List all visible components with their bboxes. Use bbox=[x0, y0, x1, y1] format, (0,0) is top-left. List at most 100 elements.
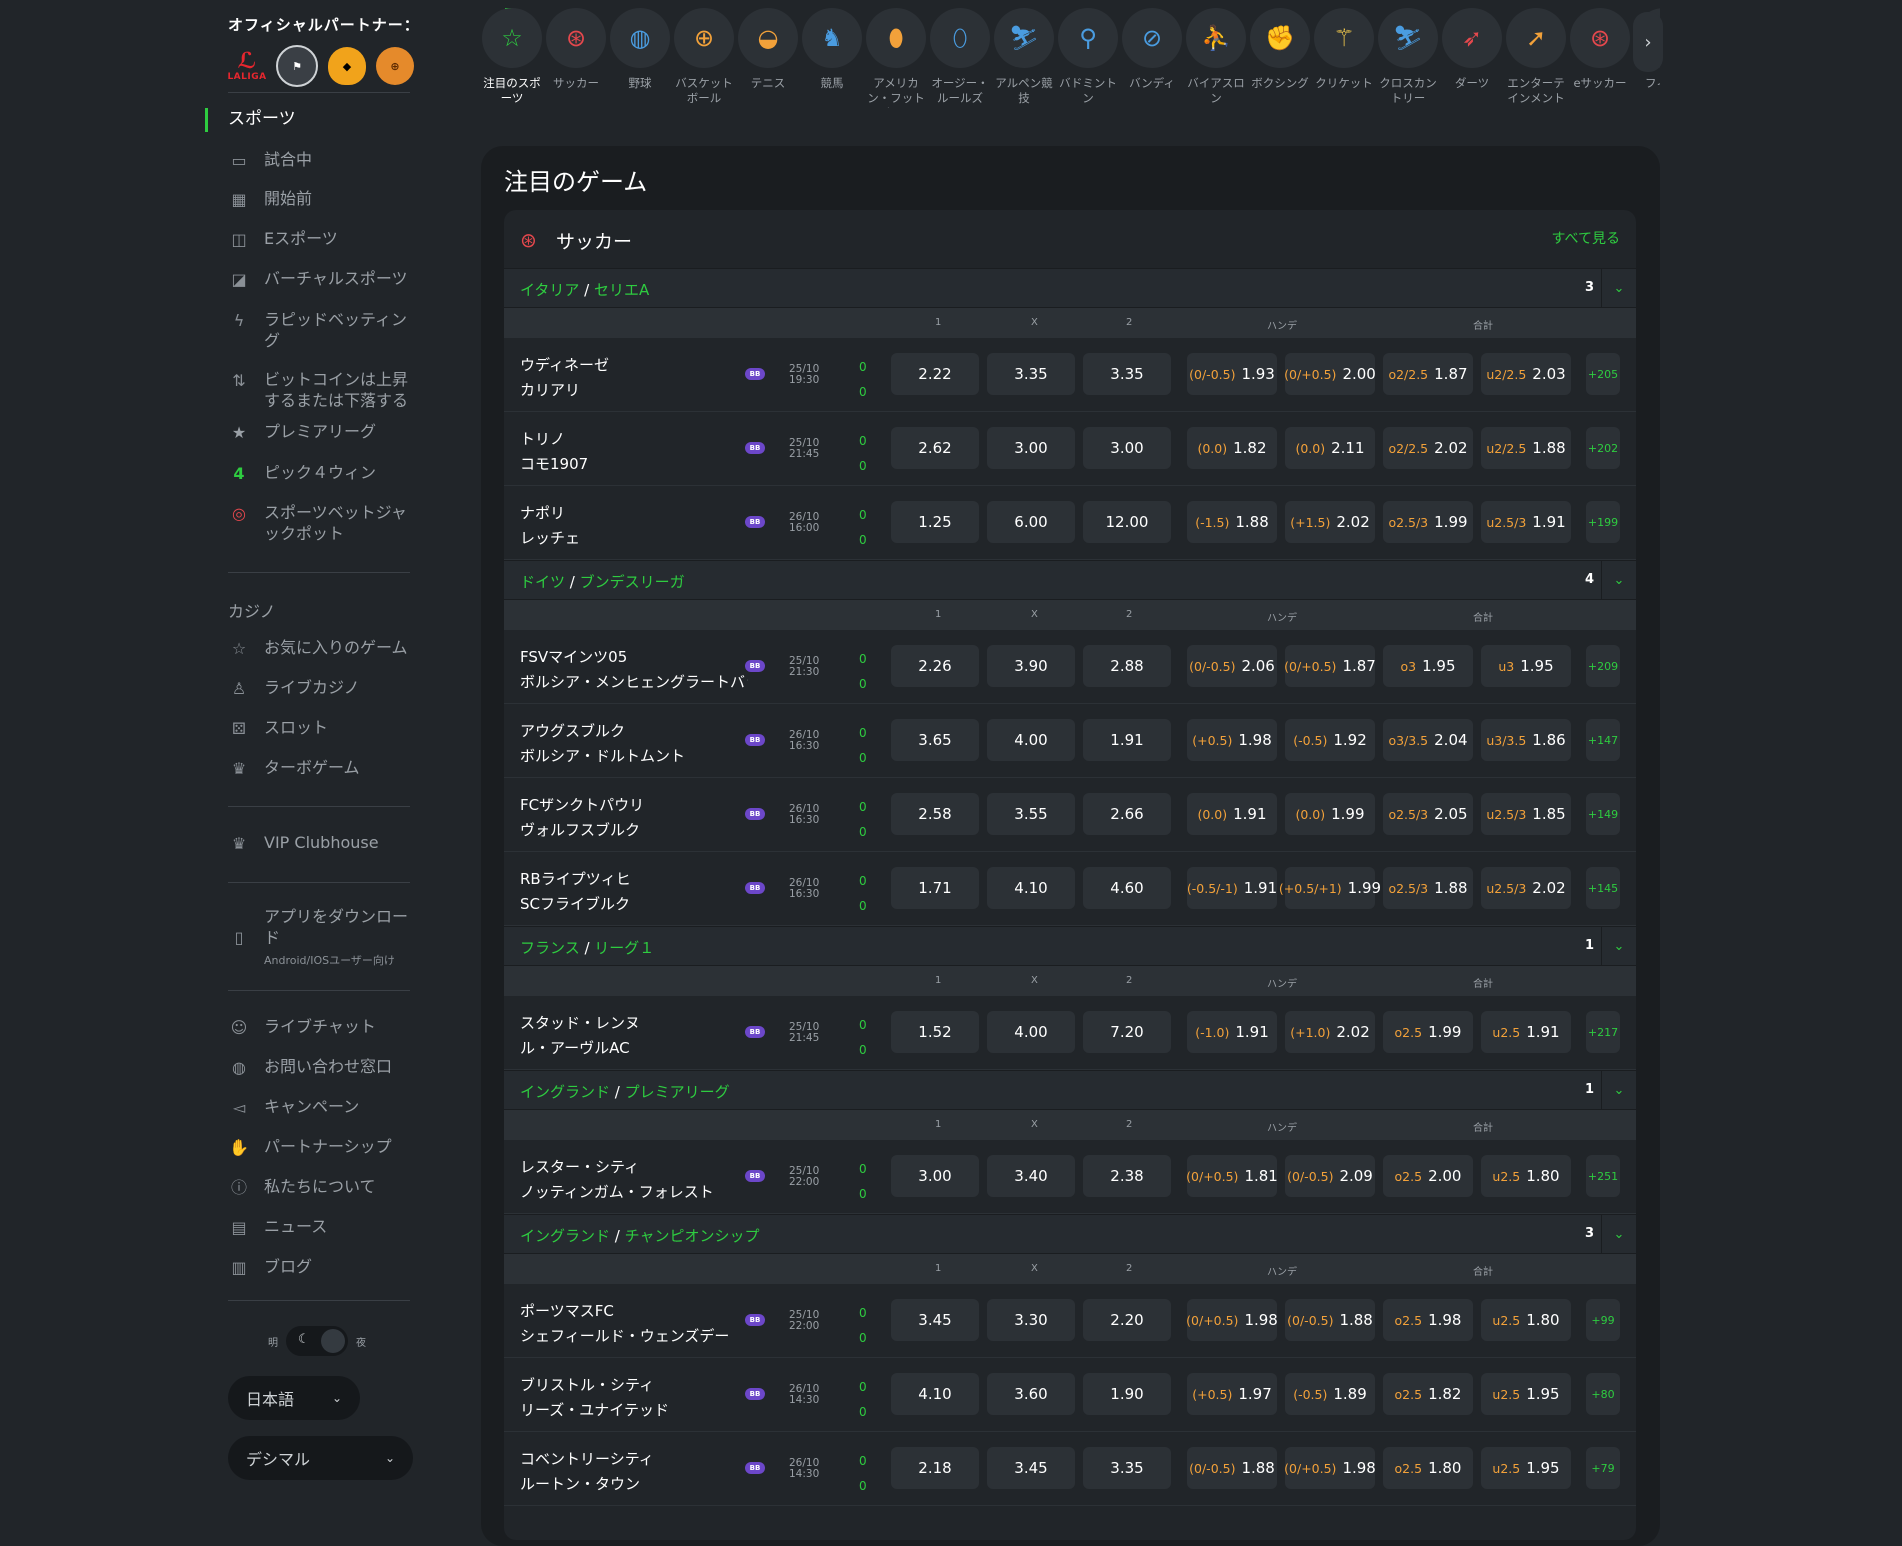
total-under-button[interactable]: u2/2.5 2.03 bbox=[1481, 353, 1571, 395]
odds-draw-button[interactable]: 6.00 bbox=[987, 501, 1075, 543]
total-over-button[interactable]: o2.5 1.82 bbox=[1383, 1373, 1473, 1415]
sidebar-item[interactable]: ☆ お気に入りのゲーム bbox=[228, 637, 418, 659]
chevron-down-icon[interactable]: ⌄ bbox=[1601, 1215, 1636, 1253]
odds-home-button[interactable]: 3.65 bbox=[891, 719, 979, 761]
odds-home-button[interactable]: 3.45 bbox=[891, 1299, 979, 1341]
total-over-button[interactable]: o2/2.5 2.02 bbox=[1383, 427, 1473, 469]
odds-away-button[interactable]: 1.91 bbox=[1083, 719, 1171, 761]
handicap-home-button[interactable]: (-0.5/-1) 1.91 bbox=[1187, 867, 1277, 909]
laliga-logo[interactable]: ℒ LALIGA bbox=[227, 47, 266, 85]
sidebar-item[interactable]: ▥ ブログ bbox=[228, 1256, 418, 1278]
league-header[interactable]: イングランド / チャンピオンシップ 3 ⌄ bbox=[504, 1214, 1636, 1254]
handicap-away-button[interactable]: (0.0) 2.11 bbox=[1285, 427, 1375, 469]
total-under-button[interactable]: u2.5 1.80 bbox=[1481, 1299, 1571, 1341]
sidebar-item[interactable]: ▦ 開始前 bbox=[228, 188, 418, 210]
match-row[interactable]: ブリストル・シティ リーズ・ユナイテッド BB 26/10 14:30 0 0 4.10 3.6… bbox=[504, 1358, 1636, 1432]
league-header[interactable]: イタリア / セリエA 3 ⌄ bbox=[504, 268, 1636, 308]
sport-tab[interactable]: ⚚ クリケット bbox=[1312, 8, 1376, 91]
handicap-away-button[interactable]: (0/-0.5) 1.88 bbox=[1285, 1299, 1375, 1341]
more-markets-button[interactable]: +205 bbox=[1586, 353, 1620, 395]
match-teams[interactable]: FCザンクトパウリ ヴォルフスブルク bbox=[520, 793, 748, 843]
switch-knob[interactable] bbox=[321, 1329, 345, 1353]
match-teams[interactable]: トリノ コモ1907 bbox=[520, 427, 748, 477]
odds-home-button[interactable]: 2.18 bbox=[891, 1447, 979, 1489]
league-header[interactable]: イングランド / プレミアリーグ 1 ⌄ bbox=[504, 1070, 1636, 1110]
handicap-away-button[interactable]: (+0.5/+1) 1.99 bbox=[1279, 867, 1381, 909]
sport-tab[interactable]: ⊛ サッカー bbox=[544, 8, 608, 91]
odds-away-button[interactable]: 2.20 bbox=[1083, 1299, 1171, 1341]
league-name-link[interactable]: チャンピオンシップ bbox=[625, 1227, 760, 1245]
total-over-button[interactable]: o2.5/3 1.88 bbox=[1383, 867, 1473, 909]
odds-away-button[interactable]: 2.66 bbox=[1083, 793, 1171, 835]
match-row[interactable]: ポーツマスFC シェフィールド・ウェンズデー BB 25/10 22:00 0 0 3.45 3… bbox=[504, 1284, 1636, 1358]
match-row[interactable]: コベントリーシティ ルートン・タウン BB 26/10 14:30 0 0 2.18 3.45 3… bbox=[504, 1432, 1636, 1506]
odds-draw-button[interactable]: 4.00 bbox=[987, 1011, 1075, 1053]
odds-away-button[interactable]: 1.90 bbox=[1083, 1373, 1171, 1415]
sport-tab[interactable]: ♞ 競馬 bbox=[800, 8, 864, 91]
more-markets-button[interactable]: +80 bbox=[1586, 1373, 1620, 1415]
sport-tab[interactable]: ⚲ バドミントン bbox=[1056, 8, 1120, 106]
total-under-button[interactable]: u2.5/3 1.85 bbox=[1481, 793, 1571, 835]
total-over-button[interactable]: o2.5 1.80 bbox=[1383, 1447, 1473, 1489]
sidebar-item[interactable]: ♙ ライブカジノ bbox=[228, 677, 418, 699]
match-row[interactable]: FCザンクトパウリ ヴォルフスブルク BB 26/10 16:30 0 0 2.58 3.55 2… bbox=[504, 778, 1636, 852]
more-markets-button[interactable]: +217 bbox=[1586, 1011, 1620, 1053]
league-name-link[interactable]: ブンデスリーガ bbox=[580, 573, 685, 591]
sport-tab[interactable]: ⛷ クロスカントリー bbox=[1376, 8, 1440, 106]
match-row[interactable]: RBライプツィヒ SCフライブルク BB 26/10 16:30 0 0 1.71 4.10 4.… bbox=[504, 852, 1636, 926]
sidebar-item[interactable]: ⇅ ビットコインは上昇するまたは下落する bbox=[228, 369, 418, 411]
sidebar-item[interactable]: 4 ピック４ウィン bbox=[228, 462, 418, 484]
handicap-home-button[interactable]: (0.0) 1.82 bbox=[1187, 427, 1277, 469]
chevron-down-icon[interactable]: ⌄ bbox=[1601, 927, 1636, 965]
odds-home-button[interactable]: 1.71 bbox=[891, 867, 979, 909]
sidebar-item[interactable]: ▤ ニュース bbox=[228, 1216, 418, 1238]
odds-home-button[interactable]: 2.62 bbox=[891, 427, 979, 469]
sport-tab[interactable]: ➚ エンターテインメント bbox=[1504, 8, 1568, 106]
total-over-button[interactable]: o2.5/3 1.99 bbox=[1383, 501, 1473, 543]
match-teams[interactable]: RBライプツィヒ SCフライブルク bbox=[520, 867, 748, 917]
sidebar-item-vip[interactable]: ♛ VIP Clubhouse bbox=[228, 832, 418, 854]
total-over-button[interactable]: o2.5 2.00 bbox=[1383, 1155, 1473, 1197]
match-teams[interactable]: レスター・シティ ノッティンガム・フォレスト bbox=[520, 1155, 748, 1205]
handicap-home-button[interactable]: (0/+0.5) 1.81 bbox=[1186, 1155, 1278, 1197]
match-teams[interactable]: ウディネーゼ カリアリ bbox=[520, 353, 748, 403]
basketball-club-logo[interactable]: ⊕ bbox=[376, 47, 414, 85]
hull-city-logo[interactable]: ◆ bbox=[328, 47, 366, 85]
see-all-link[interactable]: すべて見る bbox=[1552, 228, 1620, 248]
match-row[interactable]: FSVマインツ05ボルシア・メンヒェングラートバッハBB25/1021:3000… bbox=[504, 630, 1636, 704]
more-markets-button[interactable]: +202 bbox=[1586, 427, 1620, 469]
odds-away-button[interactable]: 4.60 bbox=[1083, 867, 1171, 909]
sidebar-item[interactable]: ◎ スポーツベットジャックポット bbox=[228, 502, 418, 544]
odds-draw-button[interactable]: 3.60 bbox=[987, 1373, 1075, 1415]
handicap-home-button[interactable]: (0/-0.5) 2.06 bbox=[1187, 645, 1277, 687]
handicap-home-button[interactable]: (+0.5) 1.97 bbox=[1187, 1373, 1277, 1415]
league-name-link[interactable]: セリエA bbox=[594, 281, 649, 299]
sport-tab[interactable]: ☆ 注目のスポーツ bbox=[480, 8, 544, 106]
handicap-away-button[interactable]: (0/-0.5) 2.09 bbox=[1285, 1155, 1375, 1197]
sidebar-item[interactable]: ⓘ 私たちについて bbox=[228, 1176, 418, 1198]
handicap-away-button[interactable]: (0/+0.5) 1.98 bbox=[1284, 1447, 1376, 1489]
more-markets-button[interactable]: +251 bbox=[1586, 1155, 1620, 1197]
handicap-away-button[interactable]: (0/+0.5) 1.87 bbox=[1284, 645, 1376, 687]
total-over-button[interactable]: o2.5 1.98 bbox=[1383, 1299, 1473, 1341]
sport-tab[interactable]: ⊘ バンディ bbox=[1120, 8, 1184, 91]
odds-draw-button[interactable]: 4.10 bbox=[987, 867, 1075, 909]
odds-draw-button[interactable]: 3.40 bbox=[987, 1155, 1075, 1197]
handicap-away-button[interactable]: (-0.5) 1.92 bbox=[1285, 719, 1375, 761]
odds-away-button[interactable]: 3.35 bbox=[1083, 353, 1171, 395]
odds-draw-button[interactable]: 3.00 bbox=[987, 427, 1075, 469]
sidebar-item[interactable]: ☺ ライブチャット bbox=[228, 1016, 418, 1038]
more-markets-button[interactable]: +145 bbox=[1586, 867, 1620, 909]
newcastle-logo[interactable]: ⚑ bbox=[276, 45, 318, 87]
handicap-away-button[interactable]: (0.0) 1.99 bbox=[1285, 793, 1375, 835]
handicap-away-button[interactable]: (+1.0) 2.02 bbox=[1285, 1011, 1375, 1053]
sidebar-item[interactable]: ✋ パートナーシップ bbox=[228, 1136, 418, 1158]
match-teams[interactable]: ブリストル・シティ リーズ・ユナイテッド bbox=[520, 1373, 748, 1423]
sidebar-item[interactable]: ♛ ターボゲーム bbox=[228, 757, 418, 779]
odds-draw-button[interactable]: 3.55 bbox=[987, 793, 1075, 835]
handicap-home-button[interactable]: (-1.5) 1.88 bbox=[1187, 501, 1277, 543]
more-markets-button[interactable]: +199 bbox=[1586, 501, 1620, 543]
chevron-right-icon[interactable]: › bbox=[1633, 12, 1663, 72]
sidebar-item[interactable]: ⚄ スロット bbox=[228, 717, 418, 739]
match-row[interactable]: トリノ コモ1907 BB 25/10 21:45 0 0 2.62 3.00 3.00 (0.0)… bbox=[504, 412, 1636, 486]
